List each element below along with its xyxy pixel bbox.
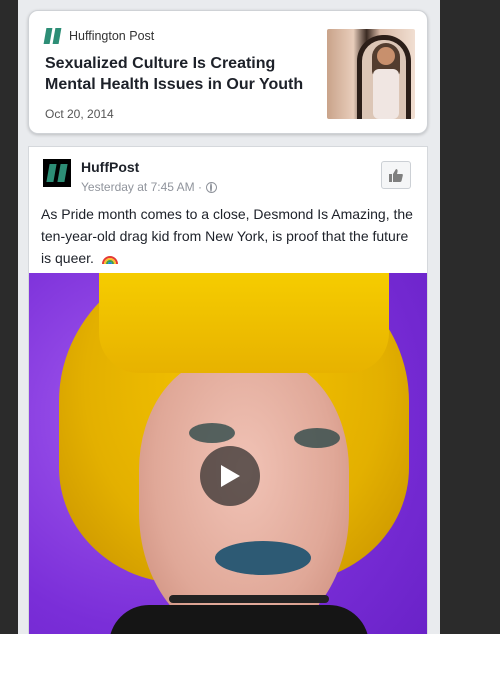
huffpost-logo-icon <box>43 28 62 44</box>
like-page-button[interactable] <box>381 161 411 189</box>
rainbow-icon <box>101 256 118 264</box>
left-dark-margin <box>0 0 18 634</box>
article-source: Huffington Post <box>69 29 155 43</box>
post-meta: Yesterday at 7:45 AM · <box>81 180 217 194</box>
post-text: As Pride month comes to a close, Desmond… <box>41 206 413 266</box>
article-thumbnail[interactable] <box>327 29 415 119</box>
article-link-card[interactable]: Huffington Post Sexualized Culture Is Cr… <box>28 10 428 134</box>
thumbs-up-icon <box>389 168 403 182</box>
globe-icon <box>205 181 217 193</box>
post-message: As Pride month comes to a close, Desmond… <box>41 203 413 269</box>
page-avatar[interactable] <box>43 159 71 187</box>
page-name[interactable]: HuffPost <box>81 159 139 175</box>
post-video[interactable] <box>29 273 427 634</box>
facebook-post: HuffPost Yesterday at 7:45 AM · As Pride… <box>28 146 428 634</box>
play-button[interactable] <box>200 446 260 506</box>
right-dark-margin <box>440 0 500 634</box>
article-date: Oct 20, 2014 <box>45 107 114 121</box>
article-title[interactable]: Sexualized Culture Is Creating Mental He… <box>45 53 305 95</box>
article-source-row: Huffington Post <box>43 28 155 44</box>
post-timestamp[interactable]: Yesterday at 7:45 AM · <box>81 180 202 194</box>
play-icon <box>221 465 240 487</box>
feed-content: Huffington Post Sexualized Culture Is Cr… <box>18 0 440 634</box>
